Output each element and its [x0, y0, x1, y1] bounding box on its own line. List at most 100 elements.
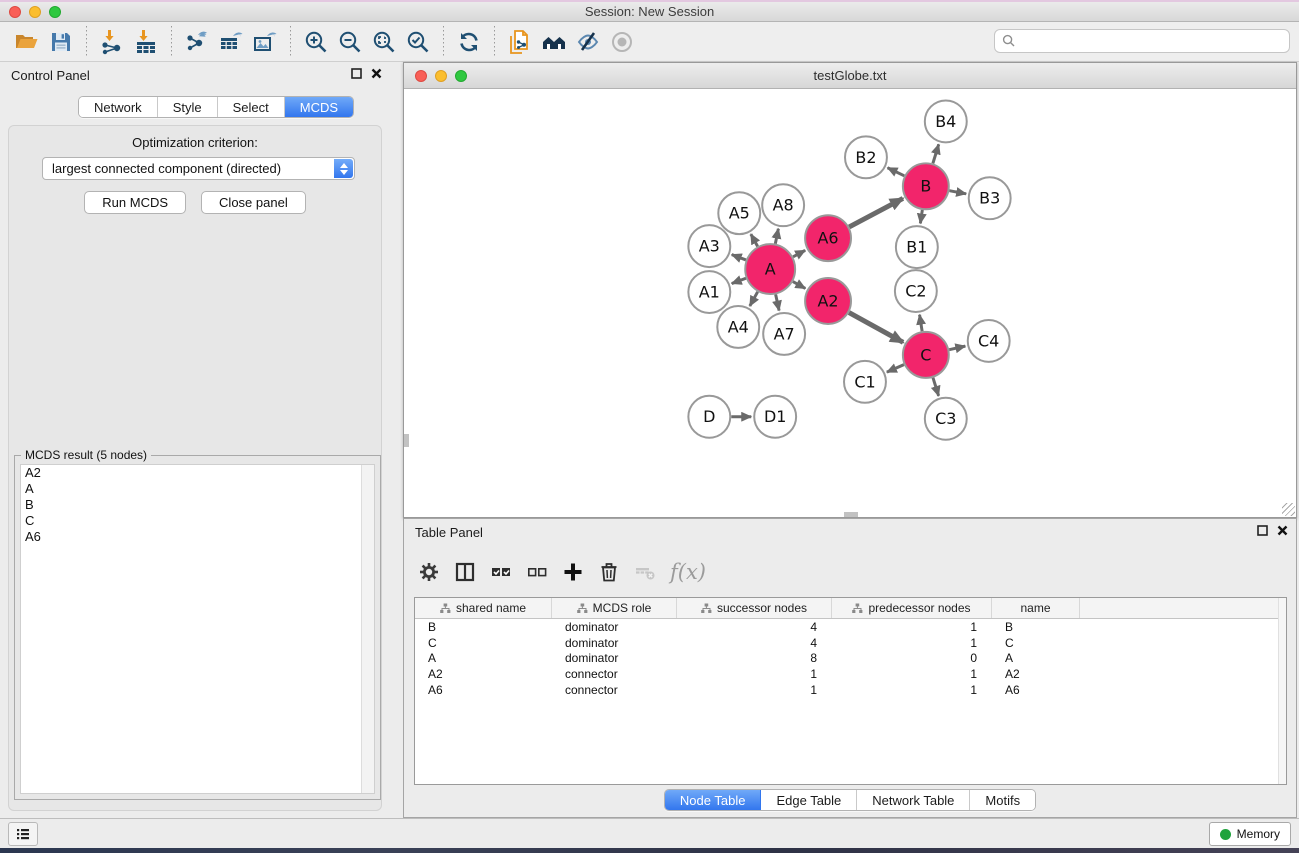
column-header-name[interactable]: name	[992, 598, 1080, 618]
save-icon[interactable]	[44, 26, 78, 58]
search-input[interactable]	[994, 29, 1290, 53]
result-item[interactable]: B	[21, 497, 374, 513]
dropdown-selected-value: largest connected component (directed)	[52, 161, 281, 176]
edge-B-B3[interactable]	[949, 191, 966, 194]
open-folder-icon[interactable]	[10, 26, 44, 58]
close-panel-button[interactable]: Close panel	[201, 191, 306, 214]
edge-A6-B[interactable]	[849, 198, 903, 227]
tab-motifs[interactable]: Motifs	[970, 790, 1035, 810]
export-network-icon[interactable]	[180, 26, 214, 58]
edge-A-A7[interactable]	[776, 294, 779, 310]
column-header-successor-nodes[interactable]: successor nodes	[677, 598, 832, 618]
export-table-icon[interactable]	[214, 26, 248, 58]
table-cell: A	[415, 651, 552, 665]
zoom-fit-icon[interactable]	[367, 26, 401, 58]
tab-network[interactable]: Network	[79, 97, 158, 117]
select-all-icon[interactable]	[486, 557, 516, 587]
toolbar-separator	[171, 26, 172, 58]
gear-icon[interactable]	[414, 557, 444, 587]
close-table-panel-icon[interactable]	[1277, 525, 1288, 536]
edge-A-A1[interactable]	[732, 278, 746, 283]
tab-mcds[interactable]: MCDS	[285, 97, 353, 117]
result-list-scrollbar[interactable]	[361, 465, 374, 793]
import-network-icon[interactable]	[95, 26, 129, 58]
memory-label: Memory	[1237, 827, 1280, 841]
run-mcds-button[interactable]: Run MCDS	[84, 191, 186, 214]
zoom-out-icon[interactable]	[333, 26, 367, 58]
edge-B-B4[interactable]	[933, 144, 939, 163]
column-header-predecessor-nodes[interactable]: predecessor nodes	[832, 598, 992, 618]
main-toolbar	[0, 22, 1299, 62]
table-scrollbar[interactable]	[1278, 598, 1286, 784]
function-builder-button[interactable]: f(x)	[666, 560, 706, 584]
float-panel-icon[interactable]	[351, 68, 362, 79]
column-header-MCDS-role[interactable]: MCDS role	[552, 598, 677, 618]
deselect-all-icon[interactable]	[522, 557, 552, 587]
table-cell: C	[415, 636, 552, 650]
column-header-shared-name[interactable]: shared name	[415, 598, 552, 618]
columns-icon[interactable]	[450, 557, 480, 587]
tab-node-table[interactable]: Node Table	[665, 790, 762, 810]
network-resize-grip[interactable]	[1282, 503, 1295, 516]
edge-B-B2[interactable]	[888, 168, 905, 176]
export-image-icon[interactable]	[248, 26, 282, 58]
search-text-field[interactable]	[1016, 31, 1289, 51]
tab-style[interactable]: Style	[158, 97, 218, 117]
table-row[interactable]: Cdominator41C	[415, 635, 1286, 651]
network-vertical-scroll-thumb[interactable]	[404, 434, 409, 447]
network-canvas[interactable]: B4B2BB3A8A5A6A3B1AA1C2A2A4A7C4CC1C3DD1	[404, 89, 1296, 517]
edge-A-A2[interactable]	[793, 282, 805, 289]
edge-A2-C[interactable]	[849, 313, 903, 343]
edge-A-A5[interactable]	[751, 234, 758, 246]
node-label-A7: A7	[774, 324, 795, 343]
edge-C-C1[interactable]	[887, 365, 904, 373]
edge-A-A8[interactable]	[775, 229, 778, 244]
eye-icon	[605, 26, 639, 58]
optimization-criterion-dropdown[interactable]: largest connected component (directed)	[42, 157, 355, 180]
zoom-in-icon[interactable]	[299, 26, 333, 58]
home-icon[interactable]	[537, 26, 571, 58]
network-horizontal-scroll-thumb[interactable]	[844, 512, 858, 517]
network-graph[interactable]: B4B2BB3A8A5A6A3B1AA1C2A2A4A7C4CC1C3DD1	[404, 89, 1296, 516]
edge-C-C3[interactable]	[933, 378, 939, 396]
result-item[interactable]: A	[21, 481, 374, 497]
tab-select[interactable]: Select	[218, 97, 285, 117]
zoom-selected-icon[interactable]	[401, 26, 435, 58]
result-item[interactable]: C	[21, 513, 374, 529]
edge-A-A4[interactable]	[750, 292, 758, 306]
import-table-icon[interactable]	[129, 26, 163, 58]
network-window-title-bar[interactable]: testGlobe.txt	[404, 63, 1296, 89]
tab-network-table[interactable]: Network Table	[857, 790, 970, 810]
mcds-result-list[interactable]: A2ABCA6	[20, 464, 375, 794]
add-icon[interactable]	[558, 557, 588, 587]
table-cell: 0	[832, 651, 992, 665]
trash-icon[interactable]	[594, 557, 624, 587]
new-network-from-selection-icon[interactable]	[503, 26, 537, 58]
edge-A-A3[interactable]	[732, 255, 746, 260]
node-label-D: D	[703, 407, 715, 426]
table-row[interactable]: Bdominator41B	[415, 619, 1286, 635]
node-label-C3: C3	[935, 409, 956, 428]
result-item[interactable]: A2	[21, 465, 374, 481]
result-item[interactable]: A6	[21, 529, 374, 545]
node-label-A2: A2	[818, 291, 839, 310]
edge-A-A6[interactable]	[793, 250, 805, 256]
tab-edge-table[interactable]: Edge Table	[761, 790, 857, 810]
table-cell: 1	[677, 667, 832, 681]
mcds-result-title: MCDS result (5 nodes)	[21, 448, 151, 462]
task-history-button[interactable]	[8, 822, 38, 846]
close-panel-icon[interactable]	[371, 68, 382, 79]
refresh-icon[interactable]	[452, 26, 486, 58]
desktop-background	[0, 848, 1299, 853]
node-label-A3: A3	[699, 237, 720, 256]
table-row[interactable]: A2connector11A2	[415, 666, 1286, 682]
float-table-panel-icon[interactable]	[1257, 525, 1268, 536]
hide-graphics-details-icon[interactable]	[571, 26, 605, 58]
table-row[interactable]: Adominator80A	[415, 651, 1286, 667]
edge-C-C2[interactable]	[920, 315, 923, 332]
table-row[interactable]: A6connector11A6	[415, 682, 1286, 698]
delete-table-icon	[630, 557, 660, 587]
edge-C-C4[interactable]	[949, 346, 965, 350]
edge-B-B1[interactable]	[920, 210, 922, 223]
memory-button[interactable]: Memory	[1209, 822, 1291, 846]
